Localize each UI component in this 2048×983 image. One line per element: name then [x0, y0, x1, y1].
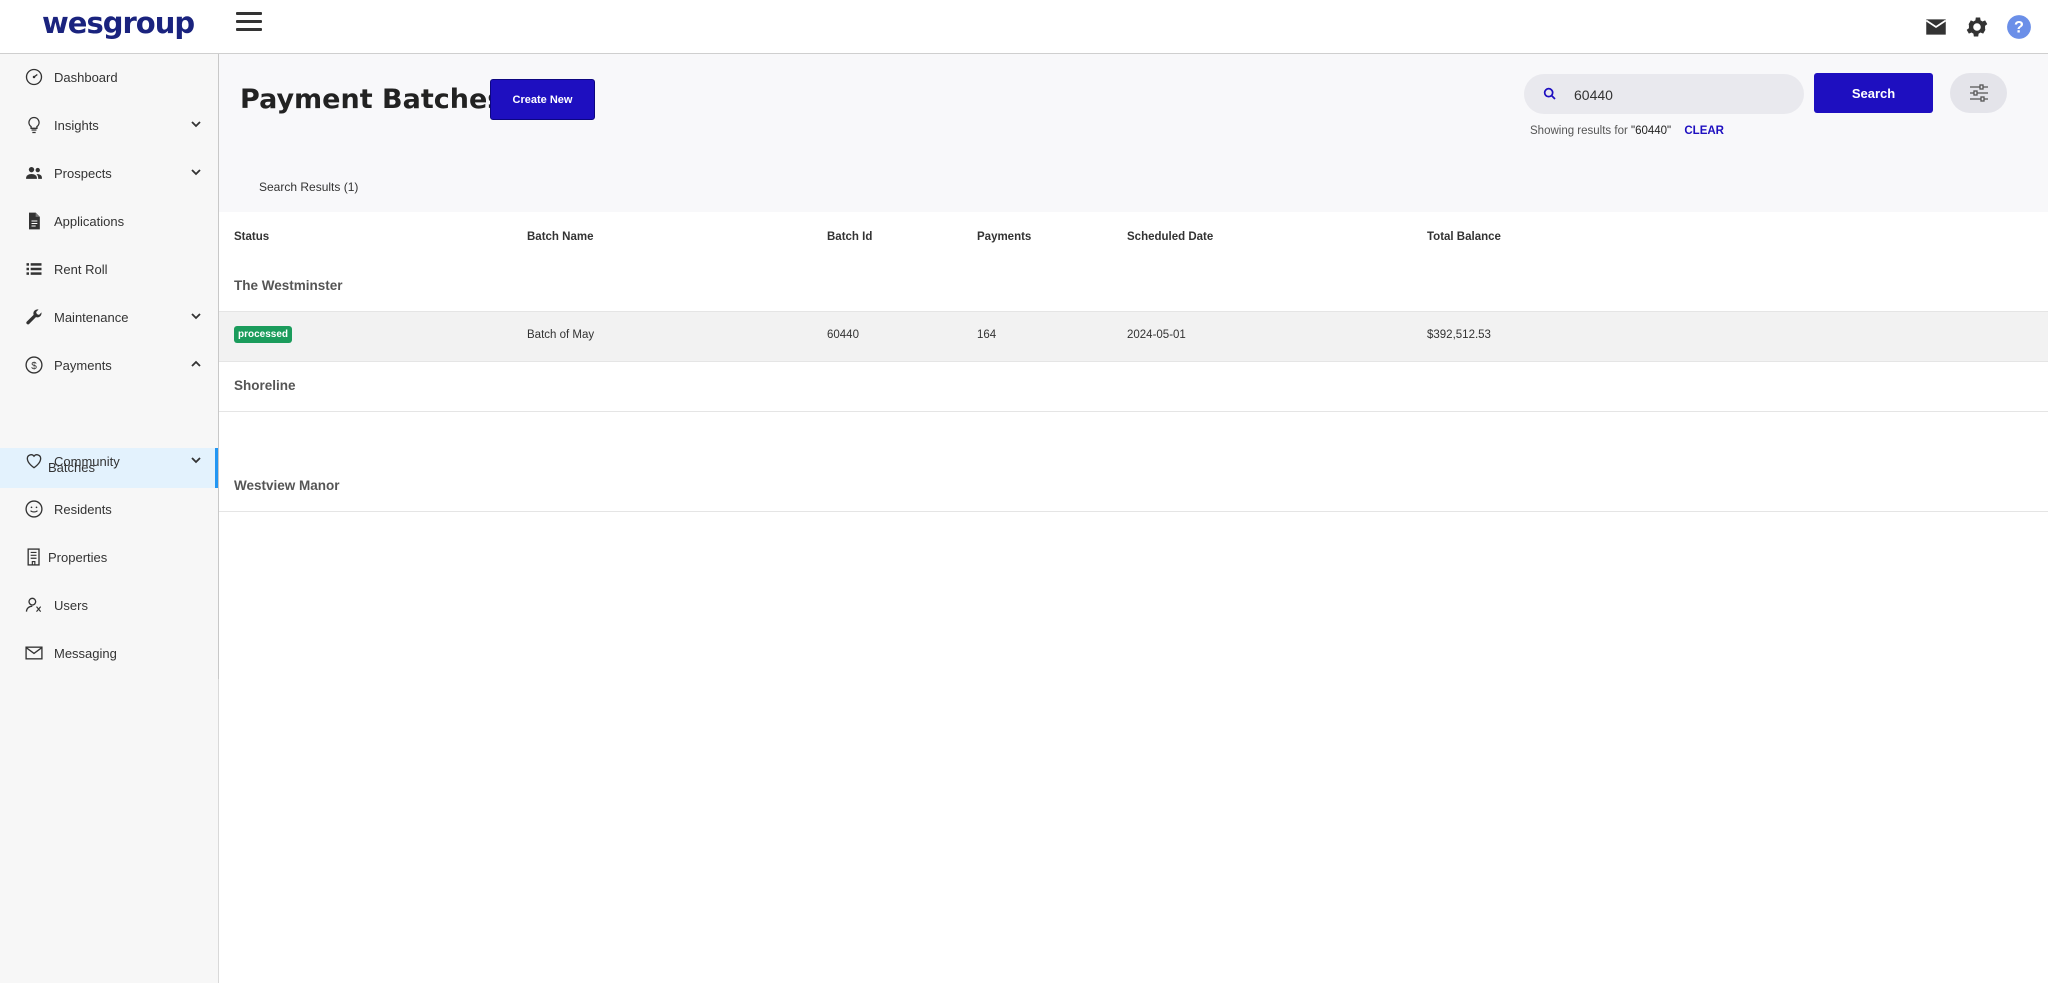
sidebar-item-label: Maintenance: [54, 309, 129, 325]
chevron-down-icon[interactable]: [190, 118, 202, 130]
svg-text:$: $: [31, 361, 37, 372]
sidebar-item-messaging[interactable]: Messaging: [0, 633, 218, 673]
sidebar-item-community[interactable]: Community: [0, 441, 218, 481]
cell-batch-name: Batch of May: [527, 329, 595, 341]
cell-scheduled-date: 2024-05-01: [1127, 329, 1186, 341]
column-header-batch-name[interactable]: Batch Name: [527, 231, 593, 243]
page-title: Payment Batches.: [240, 84, 514, 115]
sidebar-item-insights[interactable]: Insights: [0, 105, 218, 145]
dollar-circle-icon: $: [25, 356, 43, 374]
sidebar-item-label: Insights: [54, 117, 99, 133]
user-icon: [25, 597, 42, 613]
group-name: Shoreline: [234, 378, 296, 393]
status-badge: processed: [234, 326, 293, 343]
sliders-icon: [1970, 84, 1988, 102]
mail-icon[interactable]: [1923, 14, 1949, 40]
sidebar-item-label: Community: [54, 453, 120, 469]
sidebar-item-label: Dashboard: [54, 69, 118, 85]
sidebar-item-properties[interactable]: Properties: [0, 537, 218, 577]
heart-icon: [26, 454, 42, 469]
help-icon[interactable]: ?: [2006, 14, 2032, 40]
create-new-button[interactable]: Create New: [490, 79, 595, 120]
sidebar-item-label: Users: [54, 597, 88, 613]
cell-total-balance: $392,512.53: [1427, 329, 1491, 341]
sidebar-item-applications[interactable]: Applications: [0, 201, 218, 241]
menu-toggle-icon[interactable]: [236, 12, 262, 34]
cell-batch-id: 60440: [827, 329, 859, 341]
group-name: Westview Manor: [234, 478, 340, 493]
chevron-up-icon[interactable]: [190, 358, 202, 370]
sidebar-item-residents[interactable]: Residents: [0, 489, 218, 529]
table-header: Status Batch Name Batch Id Payments Sche…: [219, 212, 2048, 263]
lightbulb-icon: [28, 116, 40, 134]
envelope-icon: [25, 646, 43, 660]
smiley-icon: [25, 500, 43, 518]
clear-search-link[interactable]: CLEAR: [1684, 125, 1724, 137]
chevron-down-icon[interactable]: [190, 166, 202, 178]
sidebar-item-label: Messaging: [54, 645, 117, 661]
group-header: Shoreline: [219, 362, 2048, 412]
column-header-payments[interactable]: Payments: [977, 231, 1031, 243]
dashboard-gauge-icon: [25, 68, 43, 86]
search-results-summary: Showing results for "60440" CLEAR: [1530, 125, 1724, 137]
tab-search-results[interactable]: Search Results (1): [259, 180, 358, 194]
sidebar-item-users[interactable]: Users: [0, 585, 218, 625]
search-input[interactable]: [1572, 82, 1796, 108]
wrench-icon: [26, 309, 42, 325]
sidebar-item-label: Payments: [54, 357, 112, 373]
results-query: "60440": [1631, 125, 1672, 137]
column-header-status[interactable]: Status: [234, 231, 269, 243]
sidebar: Dashboard Insights Prospects Application…: [0, 54, 219, 983]
results-prefix: Showing results for: [1530, 125, 1628, 137]
sidebar-item-payments[interactable]: $ Payments: [0, 345, 218, 385]
sidebar-item-label: Properties: [48, 549, 108, 565]
group-header: Westview Manor: [219, 462, 2048, 512]
sidebar-item-label: Rent Roll: [54, 261, 108, 277]
top-bar: wesgroup ?: [0, 0, 2048, 54]
sidebar-item-label: Prospects: [54, 165, 112, 181]
column-header-batch-id[interactable]: Batch Id: [827, 231, 872, 243]
group-name: The Westminster: [234, 278, 343, 293]
document-icon: [29, 212, 40, 230]
app-logo[interactable]: wesgroup: [42, 6, 195, 40]
people-icon: [26, 167, 42, 179]
chevron-down-icon[interactable]: [190, 310, 202, 322]
sidebar-item-label: Residents: [54, 501, 112, 517]
filter-button[interactable]: [1950, 73, 2007, 113]
sidebar-item-label: Applications: [54, 213, 125, 229]
search-button[interactable]: Search: [1814, 73, 1933, 113]
column-header-total-balance[interactable]: Total Balance: [1427, 231, 1501, 243]
page-header: Payment Batches. Create New Search Showi…: [219, 54, 2048, 212]
group-header: The Westminster: [219, 262, 2048, 312]
gear-icon[interactable]: [1964, 14, 1990, 40]
sidebar-item-dashboard[interactable]: Dashboard: [0, 57, 218, 97]
sidebar-item-rent-roll[interactable]: Rent Roll: [0, 249, 218, 289]
search-box[interactable]: [1524, 74, 1804, 114]
search-icon: [1543, 87, 1556, 100]
table-row[interactable]: processed Batch of May 60440 164 2024-05…: [219, 312, 2048, 362]
list-icon: [26, 263, 42, 275]
cell-payments: 164: [977, 329, 997, 341]
sidebar-item-maintenance[interactable]: Maintenance: [0, 297, 218, 337]
sidebar-item-prospects[interactable]: Prospects: [0, 153, 218, 193]
column-header-scheduled-date[interactable]: Scheduled Date: [1127, 231, 1213, 243]
main-content: Payment Batches. Create New Search Showi…: [219, 54, 2048, 983]
building-icon: [27, 548, 40, 566]
empty-group-spacer: [219, 412, 2048, 461]
chevron-down-icon[interactable]: [190, 454, 202, 466]
svg-text:?: ?: [2014, 18, 2024, 36]
